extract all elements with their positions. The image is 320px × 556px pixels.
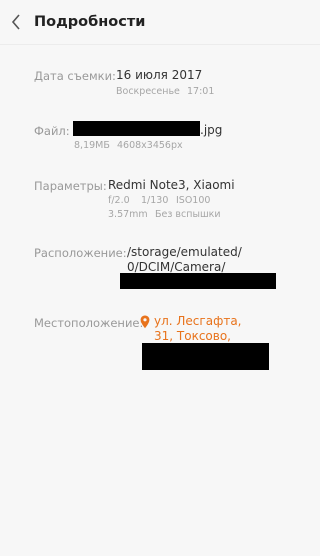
header-bar: Подробности [0, 0, 320, 45]
location-line2[interactable]: 31, Токсово, [154, 329, 231, 343]
file-label: Файл: [34, 124, 70, 138]
chevron-left-icon [11, 14, 21, 30]
date-weekday: Воскресенье [116, 86, 180, 97]
page-title: Подробности [34, 14, 146, 30]
params-focal: 3.57mm [108, 209, 148, 220]
params-aperture: f/2.0 [108, 195, 130, 206]
file-size: 8,19МБ [74, 140, 110, 151]
date-value: 16 июля 2017 [116, 68, 203, 82]
params-device: Redmi Note3, Xiaomi [108, 178, 235, 192]
back-button[interactable] [0, 0, 32, 44]
date-label: Дата съемки: [34, 69, 116, 83]
path-line1: /storage/emulated/ [127, 245, 242, 259]
date-time: 17:01 [187, 86, 215, 97]
file-resolution: 4608x3456px [117, 140, 183, 151]
params-shutter: 1/130 [141, 195, 169, 206]
params-flash: Без вспышки [155, 209, 221, 220]
redacted-path [120, 273, 276, 289]
location-line1[interactable]: ул. Лесгафта, [154, 314, 241, 328]
params-iso: ISO100 [176, 195, 211, 206]
file-extension: .jpg [200, 123, 223, 137]
redacted-filename [73, 121, 200, 136]
path-label: Расположение: [34, 246, 127, 260]
path-line2: 0/DCIM/Camera/ [127, 260, 226, 274]
location-pin-icon [140, 314, 150, 333]
location-label: Местоположение: [34, 316, 144, 330]
params-label: Параметры: [34, 179, 107, 193]
redacted-location [142, 343, 269, 370]
